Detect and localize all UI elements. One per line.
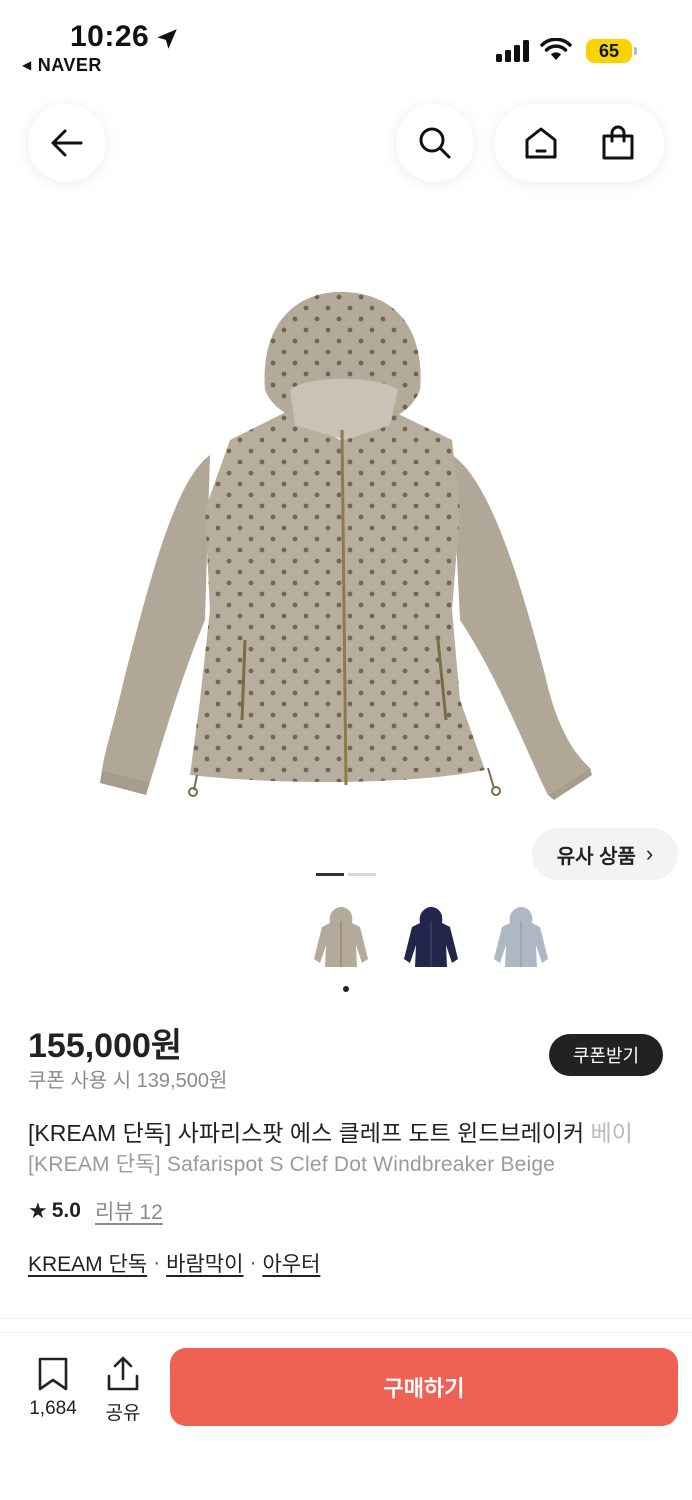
tag-kream-exclusive[interactable]: KREAM 단독 <box>28 1248 147 1278</box>
share-label: 공유 <box>105 1403 141 1424</box>
thumbnail-selected-indicator <box>343 986 349 992</box>
cart-button[interactable] <box>588 113 648 173</box>
coupon-price: 쿠폰 사용 시 139,500원 <box>28 1070 228 1092</box>
search-icon <box>419 127 451 159</box>
category-tags: KREAM 단독 · 바람막이 · 아우터 <box>28 1248 320 1278</box>
pager-indicator <box>316 873 344 876</box>
rating-score: 5.0 <box>51 1199 81 1222</box>
product-title-english: [KREAM 단독] Safarispot S Clef Dot Windbre… <box>28 1153 556 1176</box>
get-coupon-button[interactable]: 쿠폰받기 <box>549 1034 663 1076</box>
back-arrow-icon <box>51 129 83 157</box>
back-to-app-link[interactable]: ◀ NAVER <box>22 55 102 76</box>
product-image[interactable] <box>80 280 612 820</box>
thumbnail-beige[interactable] <box>310 900 372 978</box>
status-time: 10:26 <box>70 20 150 53</box>
image-pager <box>316 873 376 876</box>
tag-separator: · <box>153 1251 161 1274</box>
similar-products-button[interactable]: 유사 상품 › <box>532 828 678 880</box>
home-icon <box>525 127 556 159</box>
bookmark-icon <box>38 1357 68 1391</box>
bookmark-button[interactable]: 1,684 <box>22 1356 84 1420</box>
back-app-label: NAVER <box>37 55 102 75</box>
tag-separator: · <box>249 1251 257 1274</box>
location-arrow-icon <box>157 29 177 49</box>
jacket-thumbnail-image <box>314 907 368 967</box>
rating-row: ★ 5.0 리뷰 12 <box>28 1196 163 1226</box>
thumbnail-gray[interactable] <box>490 900 552 978</box>
jacket-thumbnail-image <box>404 907 458 967</box>
similar-products-label: 유사 상품 <box>556 845 636 868</box>
share-button[interactable]: 공유 <box>100 1356 146 1425</box>
color-thumbnails <box>310 900 552 978</box>
back-button[interactable] <box>28 104 106 182</box>
product-title-korean: [KREAM 단독] 사파리스팟 에스 클레프 도트 윈드브레이커 베이 <box>28 1114 692 1148</box>
status-bar: 10:26 ◀ NAVER 65 <box>0 0 692 90</box>
thumbnail-navy[interactable] <box>400 900 462 978</box>
divider <box>0 1318 692 1319</box>
tag-windbreaker[interactable]: 바람막이 <box>166 1248 243 1278</box>
review-link[interactable]: 리뷰 12 <box>95 1196 163 1226</box>
home-button[interactable] <box>511 113 571 173</box>
title-text: [KREAM 단독] 사파리스팟 에스 클레프 도트 윈드브레이커 <box>28 1120 591 1146</box>
nav-action-group <box>494 104 664 182</box>
battery-icon: 65 <box>586 39 637 63</box>
star-icon: ★ <box>28 1198 48 1223</box>
shopping-bag-icon <box>602 125 633 160</box>
chevron-right-icon: › <box>645 841 654 866</box>
pager-indicator <box>348 873 376 876</box>
title-overflow-text: 베이 <box>590 1120 633 1146</box>
buy-button[interactable]: 구매하기 <box>170 1348 678 1426</box>
divider <box>0 1332 692 1333</box>
share-icon <box>107 1356 139 1391</box>
tag-outer[interactable]: 아우터 <box>262 1248 320 1278</box>
price: 155,000원 <box>28 1027 183 1065</box>
search-button[interactable] <box>396 104 474 182</box>
signal-icon <box>496 40 529 62</box>
jacket-thumbnail-image <box>494 907 548 967</box>
wifi-icon <box>540 38 572 60</box>
bookmark-count: 1,684 <box>29 1398 77 1419</box>
